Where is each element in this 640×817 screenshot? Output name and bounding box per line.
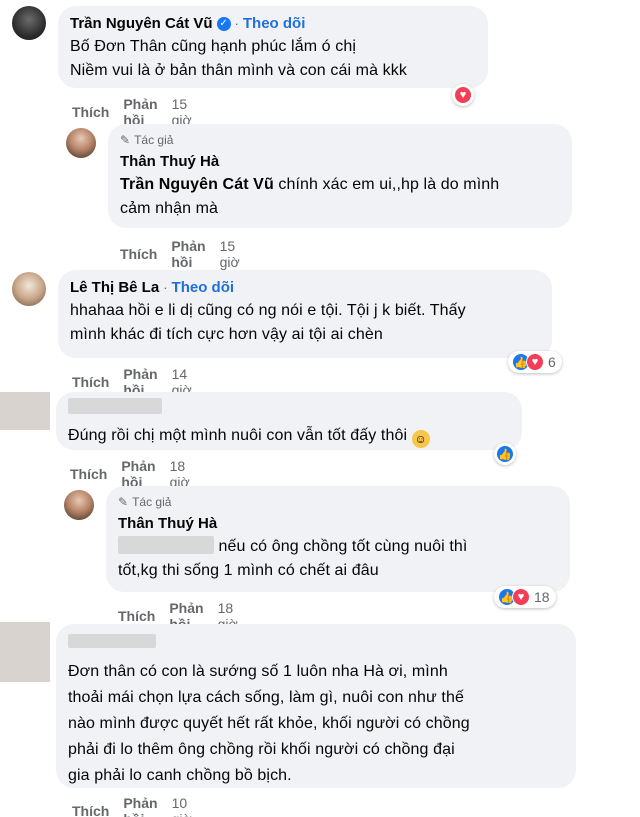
avatar[interactable] — [0, 622, 50, 682]
love-reaction-icon: ♥ — [454, 86, 472, 104]
avatar[interactable] — [64, 490, 94, 520]
verified-check-icon: ✓ — [216, 17, 231, 31]
reaction-summary[interactable]: 👍 ♥ 6 — [508, 351, 562, 373]
like-button[interactable]: Thích — [72, 104, 109, 120]
mentioned-user[interactable]: Trần Nguyên Cát Vũ — [120, 176, 274, 193]
comment-bubble: ✎ Tác giả Thân Thuý Hà nếu có ông chồng … — [106, 486, 570, 592]
like-button[interactable]: Thích — [70, 466, 107, 482]
like-button[interactable]: Thích — [118, 608, 155, 624]
like-button[interactable]: Thích — [120, 246, 157, 262]
comment-text-line: Đơn thân có con là sướng số 1 luôn nha H… — [68, 663, 448, 680]
comment-author[interactable]: Thân Thuý Hà — [120, 152, 219, 172]
comment-text-line: Niềm vui là ở bản thân mình và con cái m… — [70, 62, 407, 79]
like-button[interactable]: Thích — [72, 803, 109, 817]
reaction-count: 18 — [534, 589, 550, 605]
avatar[interactable] — [12, 272, 46, 306]
author-badge: Tác giả — [132, 495, 172, 509]
comment-text-line: mình khác đi tích cực hơn vậy ai tội ai … — [70, 326, 383, 343]
avatar[interactable] — [12, 6, 46, 40]
like-reaction-icon: 👍 — [496, 445, 514, 463]
comment-bubble: Trần Nguyên Cát Vũ ✓ · Theo dõi Bố Đơn T… — [58, 6, 488, 88]
redacted-author-name — [68, 634, 564, 653]
comment-timestamp[interactable]: 15 giờ — [220, 238, 240, 270]
comment-text-line: nếu có ông chồng tốt cùng nuôi thì — [218, 538, 468, 555]
comment-text-line: cảm nhận mà — [120, 200, 219, 217]
comment-text-line: phải đi lo thêm ông chồng rồi khối người… — [68, 741, 455, 758]
follow-button[interactable]: Theo dõi — [172, 278, 235, 298]
comment-actions: Thích Phản hồi 15 giờ — [120, 238, 240, 270]
reaction-summary[interactable]: 👍 — [494, 443, 516, 465]
comment-text-line: hhahaa hồi e li dị cũng có ng nói e tội.… — [70, 302, 466, 319]
comment-text-line: Đúng rồi chị một mình nuôi con vẫn tốt đ… — [68, 427, 408, 444]
love-reaction-icon: ♥ — [526, 353, 544, 371]
reaction-count: 6 — [548, 354, 556, 370]
comment-text-line: chính xác em ui,,hp là do mình — [278, 176, 500, 193]
comment-author[interactable]: Lê Thị Bê La — [70, 278, 159, 298]
redacted-author-name — [68, 398, 510, 419]
pen-icon: ✎ — [118, 495, 129, 509]
avatar[interactable] — [66, 128, 96, 158]
comment-text-line: thoải mái chọn lựa cách sống, làm gì, nu… — [68, 689, 464, 706]
comment-text-line: tốt,kg thi sống 1 mình có chết ai đâu — [118, 562, 379, 579]
comment-bubble: ✎ Tác giả Thân Thuý Hà Trần Nguyên Cát V… — [108, 124, 572, 228]
comment-bubble: Đơn thân có con là sướng số 1 luôn nha H… — [56, 624, 576, 788]
comment-actions: Thích Phản hồi 10 giờ — [72, 795, 192, 817]
reaction-summary[interactable]: ♥ — [452, 84, 474, 106]
reaction-summary[interactable]: 👍 ♥ 18 — [494, 586, 556, 608]
avatar[interactable] — [0, 392, 50, 430]
comment-timestamp[interactable]: 10 giờ — [172, 795, 192, 817]
comment-bubble: Lê Thị Bê La · Theo dõi hhahaa hồi e li … — [58, 270, 552, 358]
redacted-mention — [118, 536, 214, 554]
comment-author[interactable]: Trần Nguyên Cát Vũ — [70, 14, 213, 34]
reply-button[interactable]: Phản hồi — [123, 795, 157, 817]
love-reaction-icon: ♥ — [512, 588, 530, 606]
smiling-face-icon: ☺ — [411, 430, 430, 448]
like-button[interactable]: Thích — [72, 374, 109, 390]
comment-text-line: gia phải lo canh chồng bồ bịch. — [68, 767, 292, 784]
pen-icon: ✎ — [120, 133, 131, 147]
follow-button[interactable]: Theo dõi — [243, 14, 306, 34]
author-badge: Tác giả — [134, 133, 174, 147]
reply-button[interactable]: Phản hồi — [171, 238, 205, 270]
comment-text-line: nào mình được quyết hết rất khỏe, khối n… — [68, 715, 470, 732]
comment-author[interactable]: Thân Thuý Hà — [118, 514, 217, 534]
comment-bubble: Đúng rồi chị một mình nuôi con vẫn tốt đ… — [56, 392, 522, 450]
comment-text-line: Bố Đơn Thân cũng hạnh phúc lắm ó chị — [70, 38, 356, 55]
